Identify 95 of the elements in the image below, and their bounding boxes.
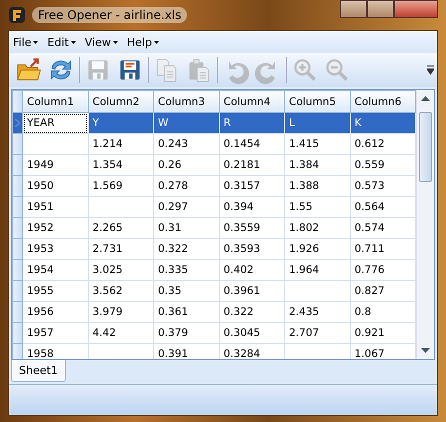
row-header[interactable] xyxy=(12,322,22,344)
row-header[interactable] xyxy=(12,238,22,260)
vertical-scrollbar[interactable] xyxy=(416,90,434,359)
maximize-button[interactable] xyxy=(367,0,394,18)
table-cell: 0.297 xyxy=(154,196,219,218)
table-cell: 3.979 xyxy=(88,302,154,322)
row-header[interactable] xyxy=(12,260,22,280)
table-cell: K xyxy=(350,112,416,134)
menu-item[interactable]: Edit xyxy=(47,35,76,49)
table-cell: 1.214 xyxy=(88,134,154,154)
scroll-up-arrow-icon[interactable] xyxy=(421,96,430,101)
table-cell: 0.3961 xyxy=(219,280,284,302)
table-cell: 0.379 xyxy=(154,322,219,344)
table-cell: 1957 xyxy=(22,322,88,344)
table-cell: 0.3559 xyxy=(219,218,284,238)
table-cell: Y xyxy=(88,112,154,134)
table-cell: 0.2181 xyxy=(219,154,284,176)
row-header[interactable] xyxy=(12,344,22,359)
table-cell: 0.278 xyxy=(154,176,219,196)
row-header[interactable] xyxy=(12,176,22,196)
table-cell: 0.3157 xyxy=(219,176,284,196)
row-header[interactable] xyxy=(12,134,22,154)
table-cell: 0.3593 xyxy=(219,238,284,260)
app-logo-icon xyxy=(8,6,26,24)
table-cell: 1.354 xyxy=(88,154,154,176)
minimize-button[interactable] xyxy=(340,0,367,18)
column-header[interactable]: Column3 xyxy=(154,90,219,112)
table-cell: 1954 xyxy=(22,260,88,280)
caret-icon xyxy=(33,40,38,44)
table-cell: 3.025 xyxy=(88,260,154,280)
table-cell: 2.731 xyxy=(88,238,154,260)
table-cell: 1.926 xyxy=(284,238,350,260)
table-cell: 1952 xyxy=(22,218,88,238)
menu-item[interactable]: Help xyxy=(126,35,159,49)
column-header[interactable]: Column2 xyxy=(88,90,154,112)
row-header[interactable] xyxy=(12,112,22,134)
caret-icon xyxy=(70,40,76,44)
column-header[interactable]: Column4 xyxy=(219,90,284,112)
table-cell: 0.26 xyxy=(154,154,219,176)
table-cell: 1.388 xyxy=(284,176,350,196)
table-cell: 0.322 xyxy=(219,302,284,322)
table-cell: 0.243 xyxy=(154,134,219,154)
row-header[interactable] xyxy=(12,280,22,302)
table-cell: R xyxy=(219,112,284,134)
overflow-chevron-icon[interactable] xyxy=(427,65,434,75)
table-cell: 0.335 xyxy=(154,260,219,280)
window-title: Free Opener - airline.xls xyxy=(32,7,188,23)
row-header[interactable] xyxy=(12,196,22,218)
table-cell: 0.1454 xyxy=(219,134,284,154)
scroll-down-arrow-icon[interactable] xyxy=(421,348,430,353)
column-header[interactable]: Column6 xyxy=(350,90,416,112)
table-cell: 4.42 xyxy=(88,322,154,344)
menu-item[interactable]: View xyxy=(84,35,118,49)
table-cell: 2.435 xyxy=(284,302,350,322)
table-cell: 1950 xyxy=(22,176,88,196)
column-header[interactable]: Column1 xyxy=(22,90,88,112)
table-cell: 1955 xyxy=(22,280,88,302)
table-cell: 0.361 xyxy=(154,302,219,322)
table-cell xyxy=(284,280,350,302)
table-cell: 0.3045 xyxy=(219,322,284,344)
table-cell: 2.707 xyxy=(284,322,350,344)
table-cell: 1.415 xyxy=(284,134,350,154)
table-cell: 0.394 xyxy=(219,196,284,218)
current-row-icon xyxy=(15,119,20,127)
sheet-tab[interactable]: Sheet1 xyxy=(11,360,66,382)
table-cell xyxy=(22,134,88,154)
row-header[interactable] xyxy=(12,218,22,238)
table-cell: 0.31 xyxy=(154,218,219,238)
table-cell xyxy=(88,196,154,218)
table-cell: L xyxy=(284,112,350,134)
table-cell: 1951 xyxy=(22,196,88,218)
table-cell: 0.322 xyxy=(154,238,219,260)
table-cell: 1949 xyxy=(22,154,88,176)
close-button[interactable] xyxy=(394,0,438,18)
table-cell: YEAR xyxy=(22,112,88,134)
menu-item[interactable]: File xyxy=(13,35,38,49)
row-header[interactable] xyxy=(12,302,22,322)
table-cell: 1.802 xyxy=(284,218,350,238)
table-cell: W xyxy=(154,112,219,134)
corner-header xyxy=(12,90,22,112)
row-header[interactable] xyxy=(12,154,22,176)
table-cell: 3.562 xyxy=(88,280,154,302)
column-header[interactable]: Column5 xyxy=(284,90,350,112)
caret-icon xyxy=(112,40,118,44)
table-cell: 1.964 xyxy=(284,260,350,280)
table-cell: 1.55 xyxy=(284,196,350,218)
table-cell: 1.569 xyxy=(88,176,154,196)
table-cell: 1956 xyxy=(22,302,88,322)
table-cell: 0.402 xyxy=(219,260,284,280)
table-cell: 1.384 xyxy=(284,154,350,176)
table-cell: 0.35 xyxy=(154,280,219,302)
table-cell: 2.265 xyxy=(88,218,154,238)
caret-icon xyxy=(154,40,159,44)
table-cell: 1953 xyxy=(22,238,88,260)
scrollbar-thumb[interactable] xyxy=(419,112,432,182)
